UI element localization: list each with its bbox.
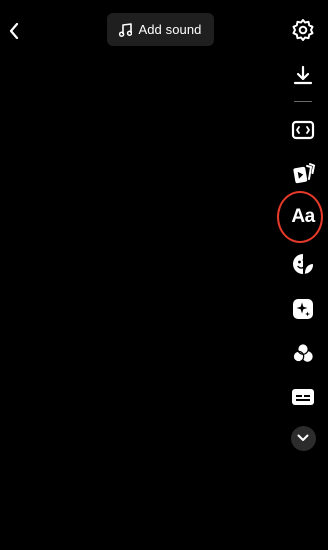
editor-toolbar: Aa — [286, 0, 320, 550]
back-button[interactable] — [4, 18, 24, 44]
add-sound-label: Add sound — [138, 22, 202, 37]
captions-button[interactable] — [286, 380, 320, 414]
template-cards-icon — [293, 163, 315, 184]
sticker-icon — [293, 254, 313, 275]
effects-sparkle-icon — [293, 299, 313, 319]
text-button[interactable]: Aa — [286, 200, 320, 234]
stickers-button[interactable] — [286, 247, 320, 281]
resize-frame-icon — [291, 120, 315, 140]
filters-button[interactable] — [286, 336, 320, 370]
settings-button[interactable] — [286, 13, 320, 47]
more-tools-circle — [290, 425, 316, 451]
add-sound-button[interactable]: Add sound — [107, 13, 214, 46]
download-button[interactable] — [286, 58, 320, 92]
effects-button[interactable] — [286, 292, 320, 326]
settings-gear-icon — [292, 19, 314, 41]
chevron-left-icon — [9, 23, 19, 39]
more-tools-button[interactable] — [286, 421, 320, 455]
music-note-icon — [119, 22, 133, 37]
download-icon — [293, 65, 313, 85]
templates-button[interactable] — [286, 156, 320, 190]
resize-button[interactable] — [286, 113, 320, 147]
captions-icon — [292, 389, 314, 405]
toolbar-divider — [294, 101, 312, 102]
chevron-down-icon — [297, 434, 309, 441]
filters-icon — [292, 343, 313, 363]
text-icon: Aa — [291, 206, 315, 227]
